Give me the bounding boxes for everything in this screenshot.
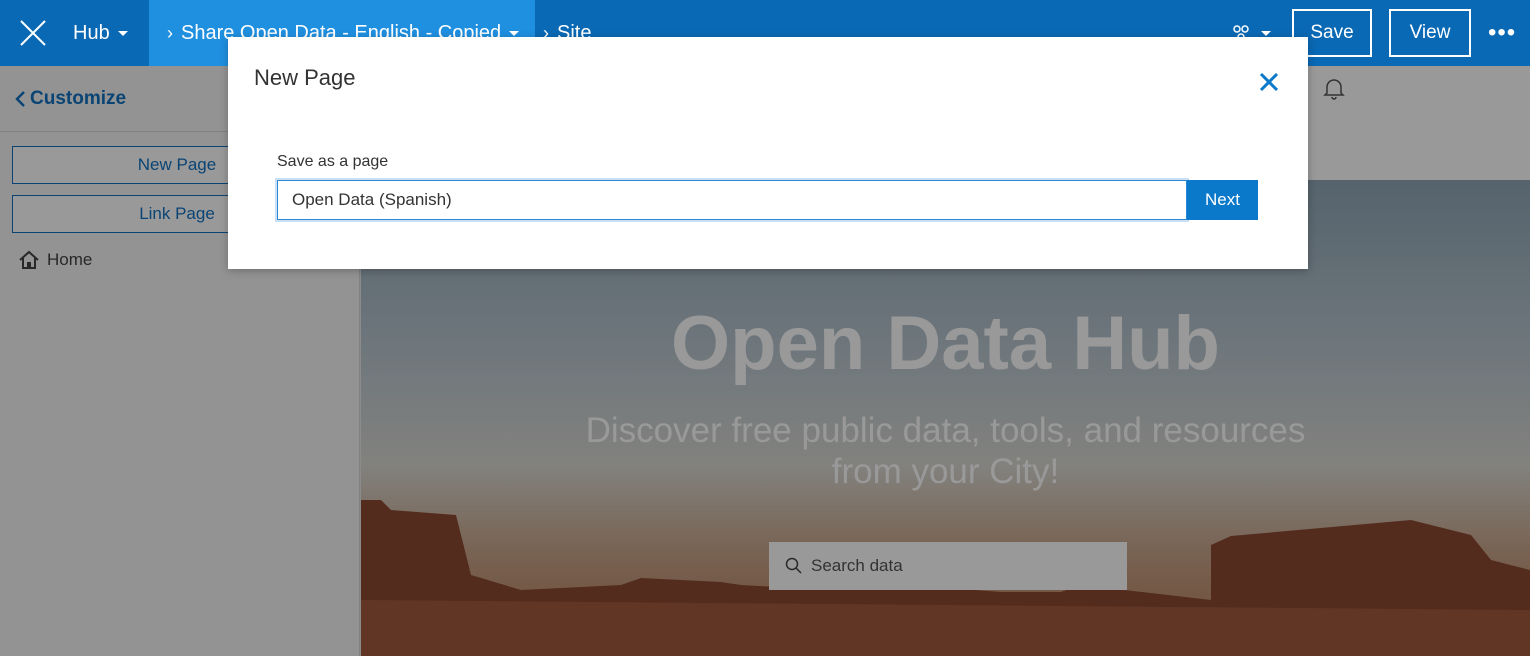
close-icon[interactable] — [1258, 71, 1280, 93]
caret-down-icon — [1261, 30, 1271, 36]
caret-down-icon — [509, 30, 520, 36]
next-button[interactable]: Next — [1187, 180, 1258, 220]
close-icon[interactable] — [0, 0, 66, 66]
new-page-dialog: New Page Save as a page Next — [228, 37, 1308, 269]
more-options-icon[interactable]: ••• — [1488, 19, 1530, 47]
hub-label: Hub — [73, 21, 110, 44]
chevron-right-icon: › — [167, 22, 173, 43]
page-name-label: Save as a page — [277, 153, 389, 170]
page-name-input[interactable] — [277, 180, 1187, 220]
caret-down-icon — [117, 30, 128, 36]
hub-menu[interactable]: Hub — [66, 0, 149, 66]
dialog-title: New Page — [254, 65, 356, 90]
view-button[interactable]: View — [1389, 9, 1471, 57]
